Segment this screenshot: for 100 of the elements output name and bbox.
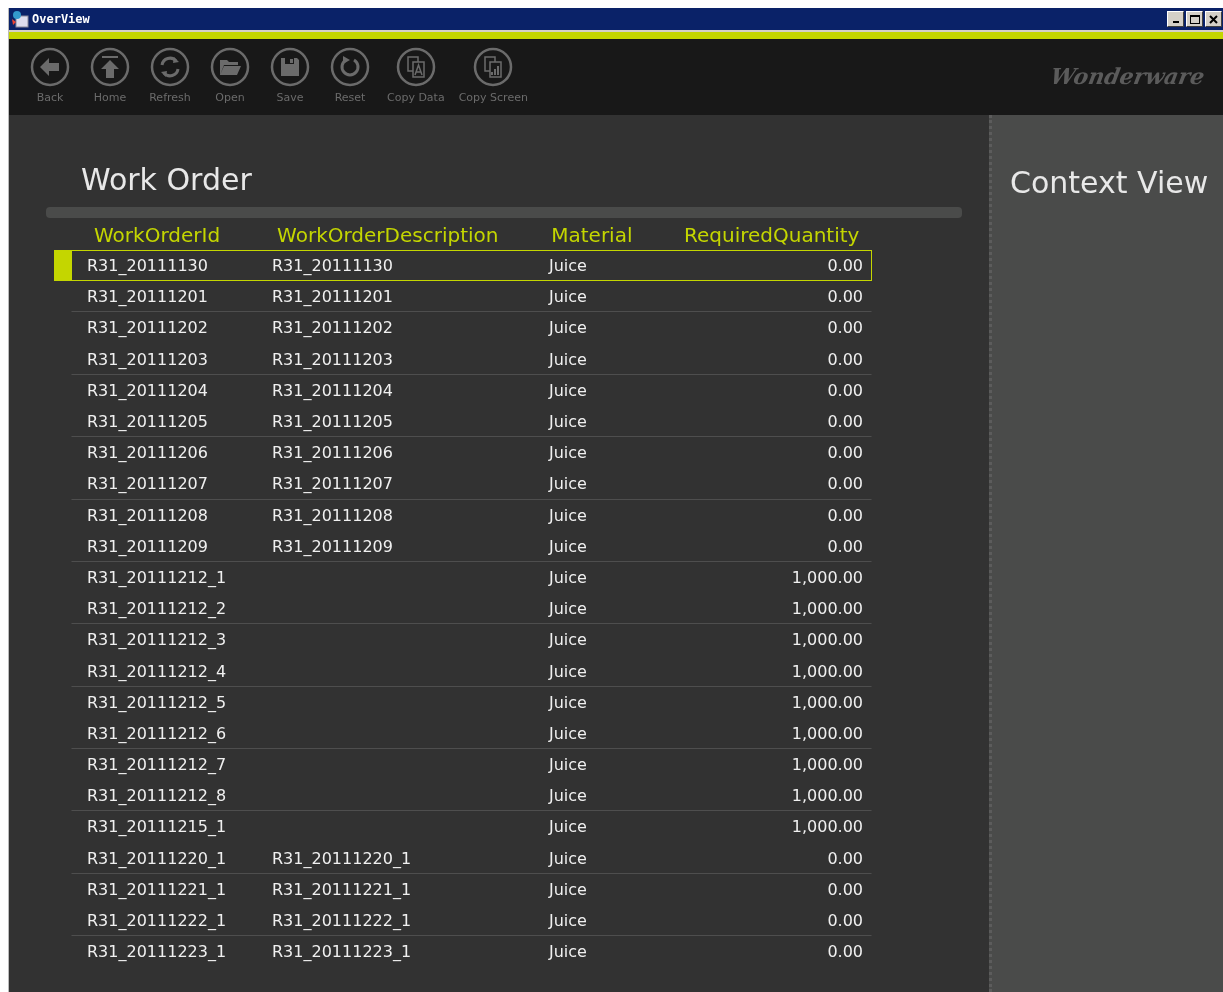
table-row[interactable]: R31_20111202 R31_20111202 Juice 0.00	[71, 312, 872, 344]
table-row[interactable]: R31_20111212_2 Juice 1,000.00	[71, 593, 872, 625]
table-cell-text: Juice	[549, 443, 588, 463]
table-cell: 1,000.00	[791, 630, 863, 650]
table-cell-text: Juice	[549, 256, 588, 276]
table-cell: 0.00	[827, 942, 863, 962]
table-cell-text: Juice	[549, 630, 588, 650]
table-cell: R31_20111203	[272, 349, 393, 369]
table-cell: 0.00	[827, 256, 863, 276]
table-row[interactable]: R31_20111220_1 R31_20111220_1 Juice 0.00	[71, 842, 872, 874]
table-row[interactable]: R31_20111212_3 Juice 1,000.00	[71, 624, 872, 656]
table-cell-text: Juice	[549, 287, 588, 307]
table-cell: 0.00	[827, 287, 863, 307]
table-row[interactable]: R31_20111130 R31_20111130 Juice 0.00	[71, 250, 872, 282]
table-row[interactable]: R31_20111212_4 Juice 1,000.00	[71, 655, 872, 687]
table-cell: 0.00	[827, 443, 863, 463]
table-cell-text: Juice	[549, 755, 588, 775]
table-row[interactable]: R31_20111206 R31_20111206 Juice 0.00	[71, 437, 872, 469]
maximize-button[interactable]	[1186, 11, 1203, 27]
table-row[interactable]: R31_20111204 R31_20111204 Juice 0.00	[71, 374, 872, 406]
table-cell-text: R31_20111212_3	[87, 630, 228, 650]
minimize-icon	[1172, 21, 1179, 23]
table-cell: R31_20111208	[272, 505, 393, 525]
table-cell: 0.00	[827, 911, 863, 931]
table-cell: 0.00	[827, 349, 863, 369]
table-row[interactable]: R31_20111212_8 Juice 1,000.00	[71, 780, 872, 812]
table-cell-text: Juice	[549, 786, 588, 806]
table-cell-text: Juice	[549, 536, 588, 556]
window-title: OverView	[32, 12, 90, 26]
table-cell-text: Juice	[549, 380, 588, 400]
table-cell-text: R31_20111202	[87, 318, 209, 338]
table-cell-text: R31_20111221_1	[87, 879, 228, 899]
table-cell: R31_20111209	[272, 536, 393, 556]
table-cell-text: Juice	[549, 723, 588, 743]
table-cell: 1,000.00	[791, 817, 863, 837]
table-cell-text: R31_20111212_4	[87, 661, 228, 681]
table-cell-text: R31_20111204	[87, 380, 209, 400]
table-cell-text: Juice	[549, 848, 588, 868]
table-row[interactable]: R31_20111212_6 Juice 1,000.00	[71, 717, 872, 749]
table-cell: 0.00	[827, 879, 863, 899]
column-header: WorkOrderId	[94, 223, 222, 247]
logo: Wonderware	[1048, 63, 1207, 89]
selection-marker	[54, 250, 71, 282]
table-cell: 1,000.00	[791, 692, 863, 712]
table-cell-text: Juice	[549, 349, 588, 369]
table-row[interactable]: R31_20111212_1 Juice 1,000.00	[71, 561, 872, 594]
table-cell: R31_20111130	[272, 256, 393, 276]
table-cell-text: R31_20111206	[87, 443, 209, 463]
table-cell: 1,000.00	[791, 755, 863, 775]
panel-title: Context View	[1010, 165, 1210, 200]
table-cell-text: R31_20111203	[87, 349, 209, 369]
table-row[interactable]: R31_20111203 R31_20111203 Juice 0.00	[71, 343, 872, 375]
maximize-icon	[1189, 14, 1200, 24]
table-cell-text: Juice	[549, 911, 588, 931]
table-cell-text: Juice	[549, 661, 588, 681]
table-cell-text: R31_20111220_1	[87, 848, 228, 868]
table-cell: R31_20111222_1	[272, 911, 412, 931]
table-cell-text: Juice	[549, 817, 588, 837]
table-cell: 0.00	[827, 380, 863, 400]
table-cell-text: R31_20111212_1	[87, 567, 228, 587]
table-cell-text: Juice	[549, 567, 588, 587]
table-cell-text: Juice	[549, 599, 588, 619]
table-cell: 1,000.00	[791, 786, 863, 806]
table-row[interactable]: R31_20111223_1 R31_20111223_1 Juice 0.00	[71, 936, 872, 968]
table-row[interactable]: R31_20111208 R31_20111208 Juice 0.00	[71, 499, 872, 531]
table-cell-text: Juice	[549, 942, 588, 962]
table-cell: R31_20111223_1	[272, 942, 412, 962]
table-cell-text: R31_20111212_2	[87, 599, 228, 619]
table-row[interactable]: R31_20111215_1 Juice 1,000.00	[71, 811, 872, 843]
table-cell-text: Juice	[549, 505, 588, 525]
close-icon	[1209, 14, 1218, 24]
table-row[interactable]: R31_20111201 R31_20111201 Juice 0.00	[71, 281, 872, 313]
table-row[interactable]: R31_20111207 R31_20111207 Juice 0.00	[71, 468, 872, 500]
table-cell-text: Juice	[549, 412, 588, 432]
table-cell: R31_20111207	[272, 474, 393, 494]
table-cell: R31_20111206	[272, 443, 393, 463]
table-cell-text: R31_20111209	[87, 536, 209, 556]
table-row[interactable]: R31_20111212_5 Juice 1,000.00	[71, 686, 872, 718]
close-button[interactable]	[1205, 11, 1222, 27]
table-cell-text: Juice	[549, 692, 588, 712]
table-cell: R31_20111204	[272, 380, 393, 400]
table-cell: 0.00	[827, 318, 863, 338]
table-row[interactable]: R31_20111221_1 R31_20111221_1 Juice 0.00	[71, 873, 872, 905]
table-cell: 1,000.00	[791, 661, 863, 681]
table-row[interactable]: R31_20111209 R31_20111209 Juice 0.00	[71, 530, 872, 562]
column-header: Material	[551, 223, 634, 247]
table-cell-text: R31_20111201	[87, 287, 209, 307]
panel-title: Work Order	[81, 161, 253, 199]
table-cell-text: R31_20111205	[87, 412, 209, 432]
table-row[interactable]: R31_20111212_7 Juice 1,000.00	[71, 749, 872, 781]
table-row[interactable]: R31_20111222_1 R31_20111222_1 Juice 0.00	[71, 904, 872, 937]
table-cell: R31_20111221_1	[272, 879, 412, 899]
table-cell: R31_20111220_1	[272, 848, 412, 868]
table-row[interactable]: R31_20111205 R31_20111205 Juice 0.00	[71, 405, 872, 438]
table-cell-text: Juice	[549, 474, 588, 494]
table-cell: 1,000.00	[791, 599, 863, 619]
table-cell-text: R31_20111130	[87, 256, 209, 276]
minimize-button[interactable]	[1167, 11, 1184, 27]
table-cell: 0.00	[827, 848, 863, 868]
table-cell-text: R31_20111212_6	[87, 723, 228, 743]
